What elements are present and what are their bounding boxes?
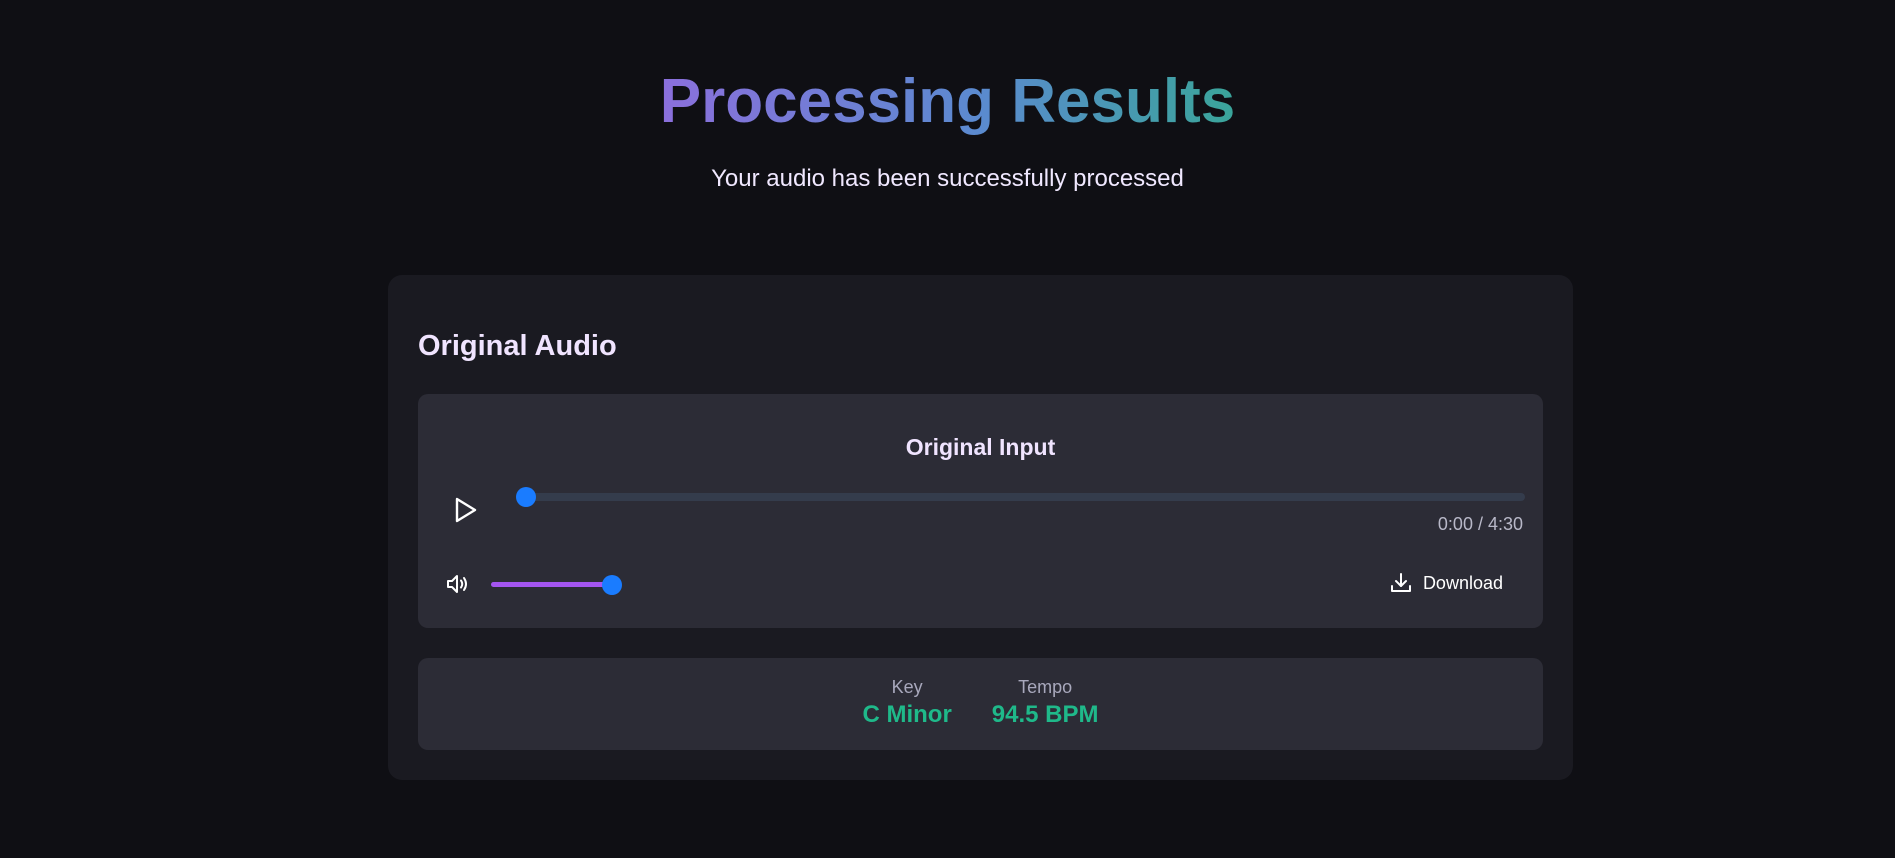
player-title: Original Input xyxy=(905,434,1056,460)
tempo-info: Tempo 94.5 BPM xyxy=(992,676,1099,730)
tempo-label: Tempo xyxy=(1018,677,1073,697)
section-title: Original Audio xyxy=(418,330,617,362)
play-button[interactable] xyxy=(448,492,484,528)
play-icon xyxy=(455,497,477,523)
volume-fill xyxy=(491,582,612,587)
page-subtitle: Your audio has been successfully process… xyxy=(711,165,1184,192)
analysis-panel: Key C Minor Tempo 94.5 BPM xyxy=(418,658,1543,750)
time-display: 0:00 / 4:30 xyxy=(1437,514,1523,534)
audio-player: Original Input 0:00 / 4:30 Download xyxy=(418,394,1543,628)
key-info: Key C Minor xyxy=(862,676,951,730)
volume-slider[interactable] xyxy=(491,575,622,595)
key-value: C Minor xyxy=(862,701,952,728)
results-card: Original Audio Original Input 0:00 / 4:3… xyxy=(388,275,1573,780)
progress-thumb[interactable] xyxy=(516,487,536,507)
key-label: Key xyxy=(891,677,923,697)
tempo-value: 94.5 BPM xyxy=(991,701,1099,728)
download-icon xyxy=(1390,573,1411,592)
page-title: Processing Results xyxy=(659,67,1236,136)
volume-button[interactable] xyxy=(444,570,472,598)
progress-bar[interactable] xyxy=(516,487,1525,507)
download-button[interactable]: Download xyxy=(1379,566,1513,600)
volume-thumb[interactable] xyxy=(601,575,622,595)
volume-icon xyxy=(447,575,467,593)
download-label: Download xyxy=(1422,572,1503,593)
